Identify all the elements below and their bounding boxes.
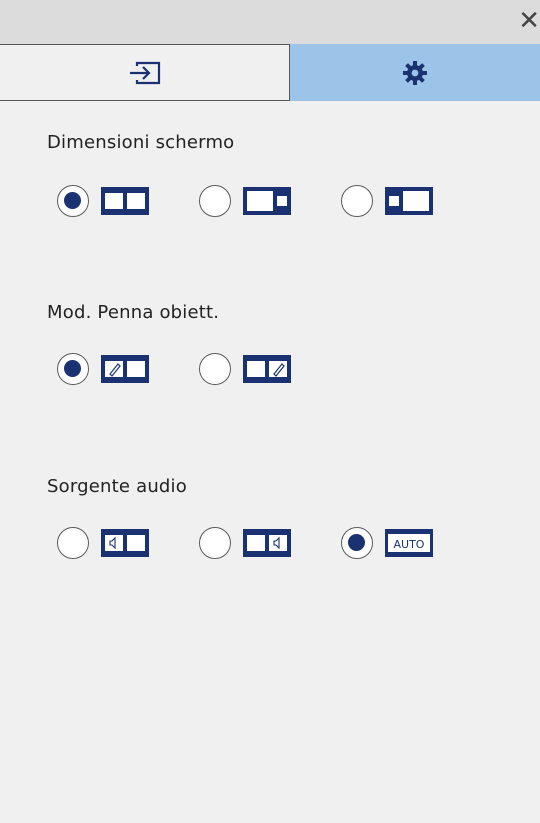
radio-button-selected[interactable] (57, 185, 89, 217)
radio-button-selected[interactable] (341, 527, 373, 559)
input-source-icon (129, 61, 160, 84)
screen-size-option-right-large[interactable] (341, 185, 433, 217)
tab-bar (0, 44, 540, 101)
audio-auto-icon: AUTO (385, 529, 433, 557)
auto-label: AUTO (394, 538, 425, 551)
split-left-large-icon (243, 187, 291, 215)
radio-button[interactable] (57, 527, 89, 559)
audio-source-option-left[interactable] (57, 527, 149, 559)
radio-button-selected[interactable] (57, 353, 89, 385)
audio-left-screen-icon (101, 529, 149, 557)
screen-size-title: Dimensioni schermo (47, 132, 235, 153)
audio-source-option-right[interactable] (199, 527, 291, 559)
radio-button[interactable] (199, 185, 231, 217)
tab-input-source[interactable] (0, 44, 290, 101)
pen-mode-title: Mod. Penna obiett. (47, 302, 220, 323)
tab-settings[interactable] (290, 44, 540, 101)
screen-size-option-left-large[interactable] (199, 185, 291, 217)
pen-left-screen-icon (101, 355, 149, 383)
radio-button[interactable] (199, 527, 231, 559)
radio-button[interactable] (341, 185, 373, 217)
pen-mode-option-left[interactable] (57, 353, 149, 385)
pen-mode-option-right[interactable] (199, 353, 291, 385)
screen-size-option-equal[interactable] (57, 185, 149, 217)
audio-source-option-auto[interactable]: AUTO (341, 527, 433, 559)
audio-right-screen-icon (243, 529, 291, 557)
split-equal-icon (101, 187, 149, 215)
split-right-large-icon (385, 187, 433, 215)
pen-right-screen-icon (243, 355, 291, 383)
radio-button[interactable] (199, 353, 231, 385)
audio-source-title: Sorgente audio (47, 476, 187, 497)
title-bar: ✕ (0, 0, 540, 44)
gear-icon (403, 60, 427, 85)
close-button[interactable]: ✕ (514, 6, 540, 36)
